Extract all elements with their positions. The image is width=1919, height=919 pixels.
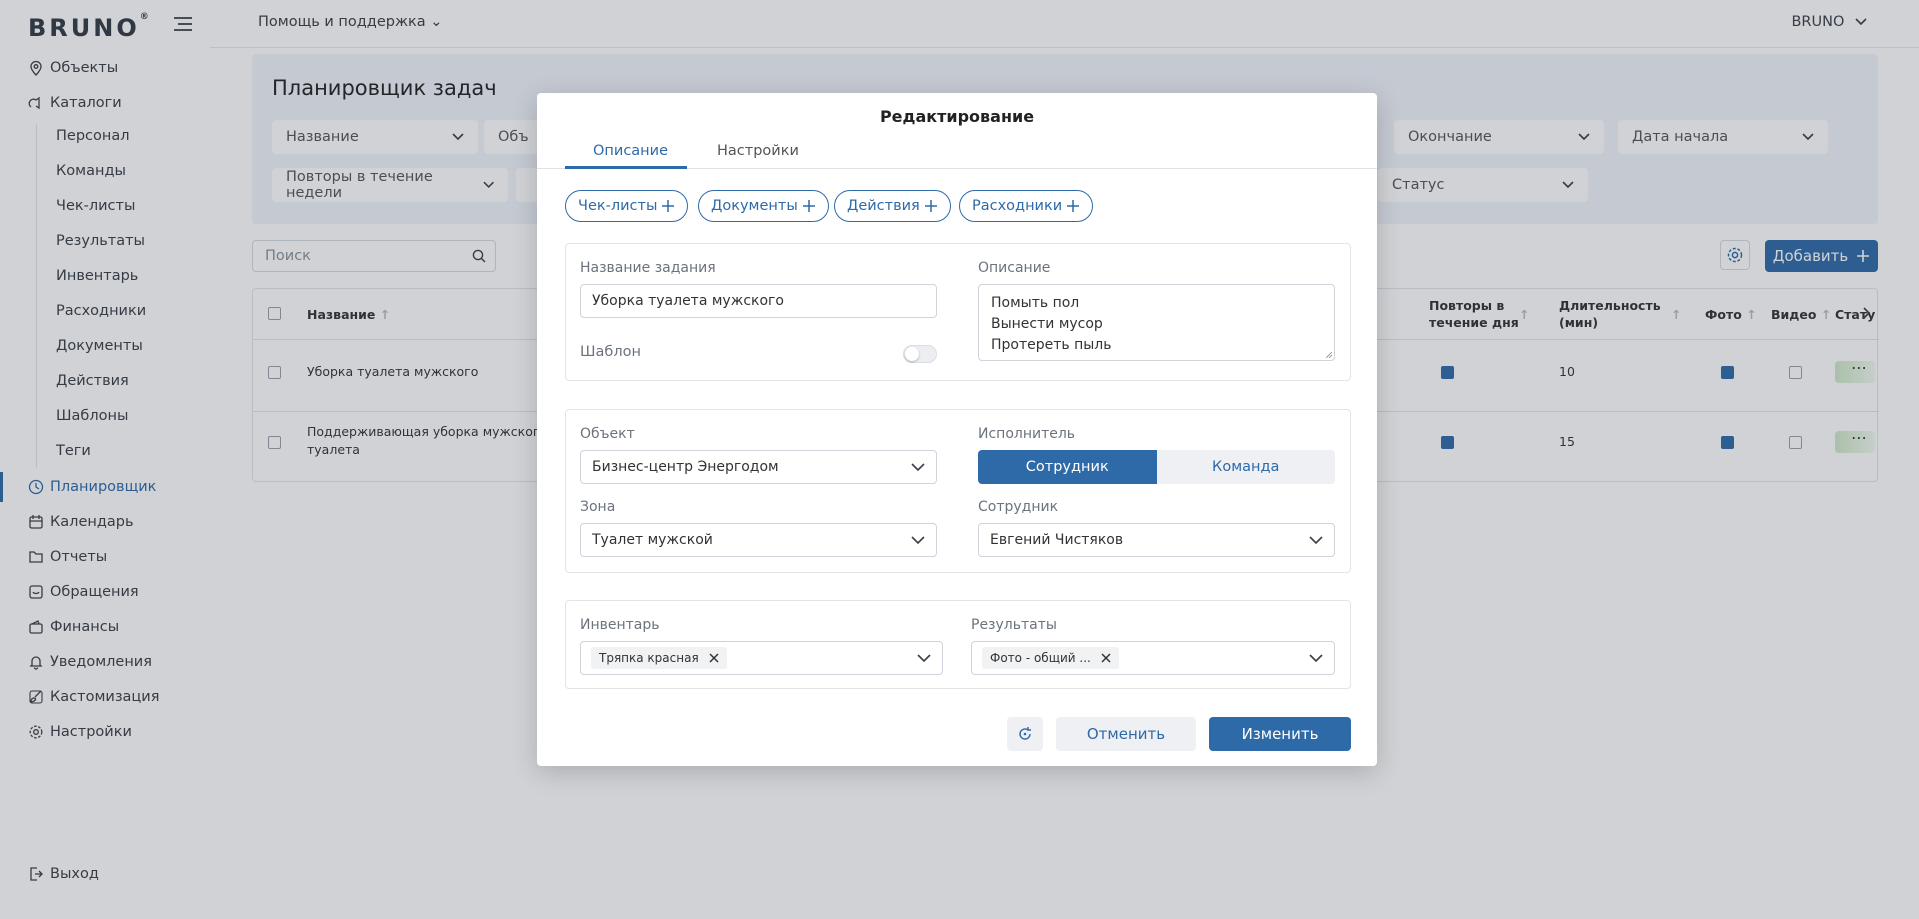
executor-toggle: Сотрудник Команда <box>978 450 1335 484</box>
tag-label: Тряпка красная <box>599 651 699 665</box>
assignment-card: Объект Бизнес-центр Энергодом Зона Туале… <box>565 409 1351 573</box>
task-info-card: Название задания Уборка туалета мужского… <box>565 243 1351 381</box>
template-label: Шаблон <box>580 344 641 360</box>
chevron-down-icon <box>911 462 925 471</box>
object-value: Бизнес-центр Энергодом <box>592 459 779 475</box>
submit-button[interactable]: Изменить <box>1209 717 1351 751</box>
inventory-label: Инвентарь <box>580 617 660 633</box>
plus-icon <box>1067 200 1080 212</box>
edit-modal: Редактирование Описание Настройки Чек-ли… <box>537 93 1377 766</box>
inventory-select[interactable]: Тряпка красная <box>580 641 943 675</box>
plus-icon <box>662 200 675 212</box>
chevron-down-icon <box>1309 535 1323 544</box>
chip-label: Действия <box>847 198 920 214</box>
tag-label: Фото - общий ... <box>990 651 1091 665</box>
results-label: Результаты <box>971 617 1057 633</box>
employee-select[interactable]: Евгений Чистяков <box>978 523 1335 557</box>
add-actions-button[interactable]: Действия <box>834 190 951 222</box>
zone-value: Туалет мужской <box>592 532 713 548</box>
add-checklists-button[interactable]: Чек-листы <box>565 190 689 222</box>
chevron-down-icon <box>911 535 925 544</box>
employee-label: Сотрудник <box>978 499 1059 515</box>
description-label: Описание <box>978 260 1051 276</box>
add-consumables-button[interactable]: Расходники <box>959 190 1094 222</box>
description-textarea[interactable]: Помыть пол Вынести мусор Протереть пыль <box>978 284 1335 361</box>
close-icon[interactable] <box>1101 653 1111 663</box>
description-line: Помыть пол <box>991 295 1080 311</box>
chip-label: Чек-листы <box>578 198 658 214</box>
toggle-knob <box>905 347 919 361</box>
zone-label: Зона <box>580 499 616 515</box>
description-line: Вынести мусор <box>991 316 1103 332</box>
executor-label: Исполнитель <box>978 426 1076 442</box>
executor-employee-option[interactable]: Сотрудник <box>978 450 1157 484</box>
task-name-label: Название задания <box>580 260 716 276</box>
chip-label: Расходники <box>972 198 1063 214</box>
object-label: Объект <box>580 426 635 442</box>
plus-icon <box>924 200 937 212</box>
cancel-button[interactable]: Отменить <box>1056 717 1196 751</box>
resources-card: Инвентарь Тряпка красная Результаты Фото… <box>565 600 1351 689</box>
task-name-value: Уборка туалета мужского <box>592 293 784 309</box>
resize-handle-icon[interactable] <box>1326 352 1332 358</box>
close-icon[interactable] <box>709 653 719 663</box>
results-tag: Фото - общий ... <box>982 647 1119 669</box>
reset-button[interactable] <box>1007 717 1043 751</box>
plus-icon <box>802 200 815 212</box>
executor-team-option[interactable]: Команда <box>1156 450 1335 484</box>
chevron-down-icon <box>917 653 931 662</box>
employee-value: Евгений Чистяков <box>990 532 1124 548</box>
tab-settings[interactable]: Настройки <box>717 143 799 159</box>
refresh-icon <box>1019 727 1031 740</box>
chip-label: Документы <box>711 198 798 214</box>
object-select[interactable]: Бизнес-центр Энергодом <box>580 450 937 484</box>
zone-select[interactable]: Туалет мужской <box>580 523 937 557</box>
inventory-tag: Тряпка красная <box>591 647 727 669</box>
active-tab-underline <box>565 166 687 169</box>
chevron-down-icon <box>1309 653 1323 662</box>
results-select[interactable]: Фото - общий ... <box>971 641 1335 675</box>
add-documents-button[interactable]: Документы <box>698 190 829 222</box>
tab-description[interactable]: Описание <box>593 143 668 159</box>
template-toggle[interactable] <box>903 345 937 363</box>
description-line: Протереть пыль <box>991 337 1112 353</box>
modal-title: Редактирование <box>879 107 1035 126</box>
task-name-input[interactable]: Уборка туалета мужского <box>580 284 937 318</box>
modal-tabs: Описание Настройки <box>537 137 1377 169</box>
